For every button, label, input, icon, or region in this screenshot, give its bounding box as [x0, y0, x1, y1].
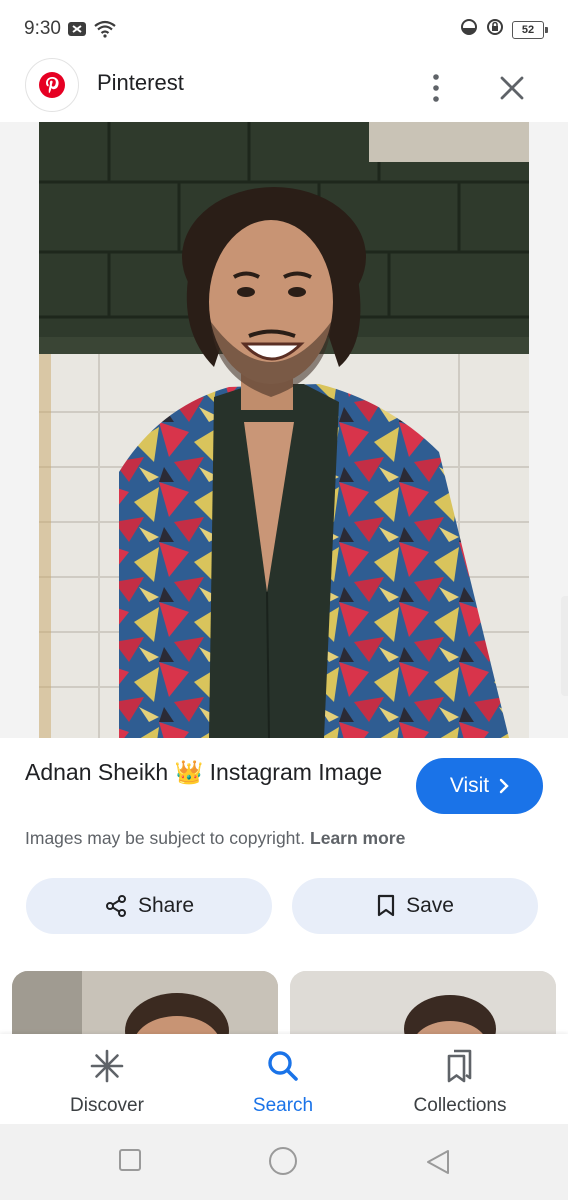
copyright-notice: Images may be subject to copyright. Lear…: [25, 828, 405, 849]
copyright-text: Images may be subject to copyright.: [25, 828, 306, 848]
recents-button[interactable]: [118, 1148, 142, 1177]
save-button[interactable]: Save: [292, 878, 538, 934]
nav-discover-label: Discover: [70, 1095, 144, 1116]
related-image-card[interactable]: [290, 971, 556, 1041]
share-label: Share: [137, 894, 195, 917]
more-vert-icon: [433, 74, 439, 102]
discover-asterisk-icon: [90, 1049, 124, 1083]
nav-collections[interactable]: Collections: [380, 1048, 540, 1117]
chevron-right-icon: [499, 778, 509, 794]
status-bar: 9:30 52: [0, 0, 568, 58]
back-button[interactable]: [424, 1148, 452, 1181]
learn-more-link[interactable]: Learn more: [310, 828, 405, 848]
back-triangle-icon: [427, 1150, 449, 1174]
visit-button[interactable]: Visit: [416, 758, 543, 814]
image-viewer[interactable]: [0, 122, 568, 738]
wifi-icon: [93, 20, 117, 43]
pinterest-logo-icon: [25, 58, 79, 112]
data-saver-icon: [460, 18, 478, 41]
visit-label: Visit: [449, 774, 490, 797]
more-options-button[interactable]: [420, 64, 452, 104]
circle-icon: [269, 1147, 297, 1175]
search-icon: [268, 1051, 298, 1081]
app-header: Pinterest: [0, 58, 568, 122]
home-button[interactable]: [268, 1146, 298, 1181]
status-time: 9:30: [24, 18, 61, 39]
close-icon: [500, 76, 524, 100]
lock-rotation-icon: [486, 18, 504, 41]
nav-collections-label: Collections: [413, 1095, 507, 1116]
bookmark-icon: [377, 894, 395, 917]
related-image-card[interactable]: [12, 971, 278, 1041]
system-navigation-bar: [0, 1124, 568, 1200]
nav-search-label: Search: [252, 1095, 314, 1116]
close-button[interactable]: [494, 64, 530, 104]
scroll-handle[interactable]: [561, 596, 568, 696]
share-button[interactable]: Share: [26, 878, 272, 934]
image-title: Adnan Sheikh 👑 Instagram Image: [25, 759, 383, 785]
share-icon: [105, 895, 126, 917]
result-photo[interactable]: [39, 122, 529, 738]
bottom-navigation: Discover Search Collections: [0, 1034, 568, 1124]
save-label: Save: [406, 894, 454, 917]
site-name: Pinterest: [97, 70, 184, 95]
battery-icon: 52: [512, 20, 548, 39]
square-icon: [119, 1149, 141, 1171]
nav-search[interactable]: Search: [203, 1048, 363, 1117]
notification-icon: [67, 21, 87, 42]
nav-discover[interactable]: Discover: [27, 1048, 187, 1117]
collections-icon: [447, 1049, 472, 1083]
